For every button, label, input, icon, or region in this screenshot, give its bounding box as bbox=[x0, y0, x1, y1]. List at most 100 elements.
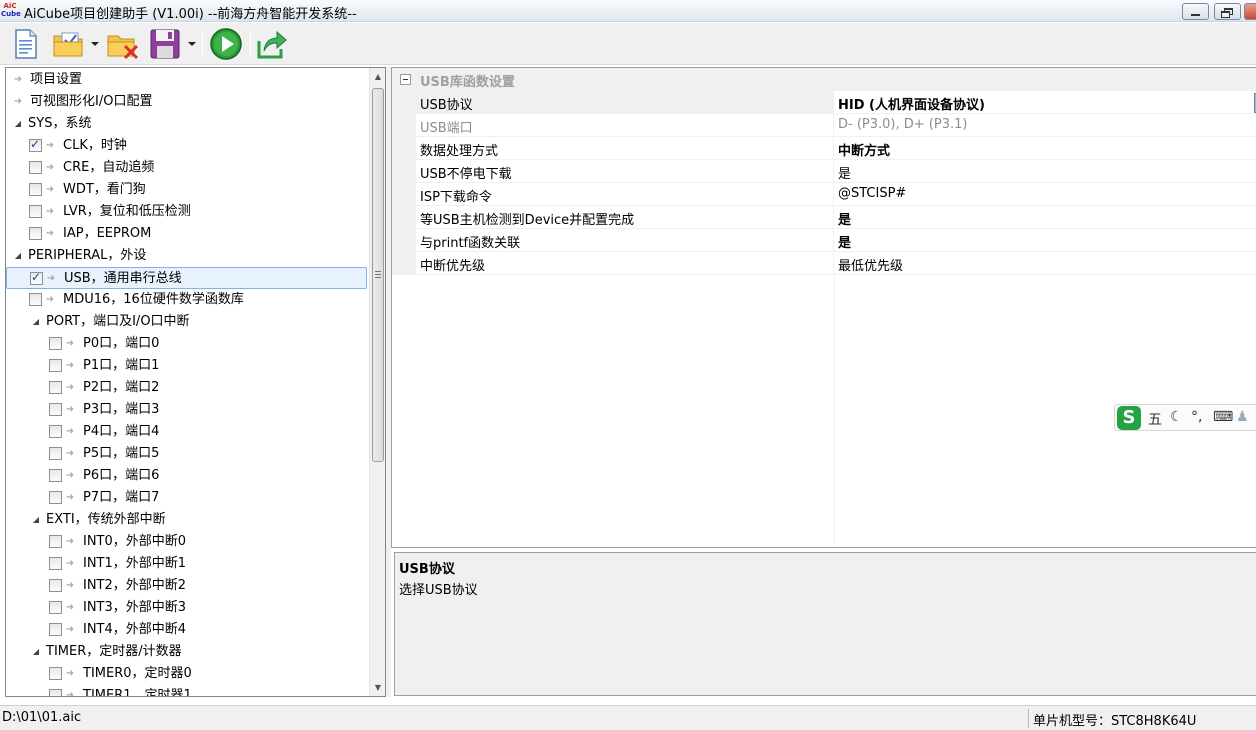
property-value[interactable]: D- (P3.0), D+ (P3.1) bbox=[834, 114, 1256, 137]
scroll-thumb[interactable] bbox=[372, 88, 384, 462]
tree-node[interactable]: ➜ TIMER1，定时器1 bbox=[6, 685, 367, 696]
node-checkbox[interactable] bbox=[29, 227, 42, 240]
property-row[interactable]: USB端口 D- (P3.0), D+ (P3.1) bbox=[392, 114, 1256, 137]
tree-node[interactable]: ➜ WDT，看门狗 bbox=[6, 179, 367, 201]
tree-node[interactable]: ➜ P0口，端口0 bbox=[6, 333, 367, 355]
tree-node[interactable]: ➜ P1口，端口1 bbox=[6, 355, 367, 377]
property-value[interactable]: 是 bbox=[834, 229, 1256, 252]
node-checkbox[interactable] bbox=[29, 137, 42, 152]
tree-node[interactable]: ➜ P7口，端口7 bbox=[6, 487, 367, 509]
node-checkbox[interactable] bbox=[29, 183, 42, 196]
property-category[interactable]: USB库函数设置 bbox=[392, 68, 1256, 91]
property-name[interactable]: 与printf函数关联 bbox=[416, 229, 834, 252]
node-checkbox[interactable] bbox=[49, 447, 62, 460]
node-checkbox[interactable] bbox=[49, 359, 62, 372]
node-checkbox[interactable] bbox=[49, 425, 62, 438]
tree-node[interactable]: ➜ P2口，端口2 bbox=[6, 377, 367, 399]
tree-node[interactable]: ◢ TIMER，定时器/计数器 bbox=[6, 641, 367, 663]
property-name[interactable]: USB协议 bbox=[416, 91, 834, 114]
expand-triangle-icon[interactable]: ◢ bbox=[13, 249, 23, 263]
tree-node[interactable]: ➜ LVR，复位和低压检测 bbox=[6, 201, 367, 223]
tree-node[interactable]: ➜ INT3，外部中断3 bbox=[6, 597, 367, 619]
property-row[interactable]: USB不停电下载是 bbox=[392, 160, 1256, 183]
expand-triangle-icon[interactable]: ◢ bbox=[13, 117, 23, 131]
tree-scrollbar[interactable]: ▲ ▼ bbox=[369, 68, 385, 696]
property-value[interactable]: 最低优先级 bbox=[834, 252, 1256, 275]
node-checkbox[interactable] bbox=[29, 161, 42, 174]
tree-node[interactable]: ➜ P6口，端口6 bbox=[6, 465, 367, 487]
property-value[interactable]: HID (人机界面设备协议) bbox=[834, 91, 1256, 114]
tree-node[interactable]: ➜ P5口，端口5 bbox=[6, 443, 367, 465]
property-value[interactable]: 是 bbox=[834, 160, 1256, 183]
close-project-button[interactable] bbox=[106, 27, 140, 61]
punctuation-icon[interactable]: °, bbox=[1191, 409, 1202, 425]
node-checkbox[interactable] bbox=[49, 403, 62, 416]
node-checkbox[interactable] bbox=[49, 381, 62, 394]
tree-node[interactable]: ➜ INT2，外部中断2 bbox=[6, 575, 367, 597]
tree-node[interactable]: ➜ USB，通用串行总线 bbox=[6, 267, 367, 289]
close-window-button[interactable] bbox=[1244, 3, 1256, 20]
tree-node[interactable]: ➜ IAP，EEPROM bbox=[6, 223, 367, 245]
moon-icon[interactable]: ☾ bbox=[1170, 409, 1183, 425]
node-checkbox[interactable] bbox=[49, 491, 62, 504]
expand-triangle-icon[interactable]: ◢ bbox=[31, 645, 41, 659]
open-project-button[interactable] bbox=[52, 27, 86, 61]
keyboard-icon[interactable]: ⌨ bbox=[1213, 409, 1233, 425]
user-icon[interactable]: ♟ bbox=[1236, 409, 1249, 425]
tree-node[interactable]: ➜ CRE，自动追频 bbox=[6, 157, 367, 179]
property-row[interactable]: 中断优先级 最低优先级 bbox=[392, 252, 1256, 275]
node-checkbox[interactable] bbox=[49, 623, 62, 636]
tree-node[interactable]: ➜ 可视图形化I/O口配置 bbox=[6, 91, 367, 113]
node-checkbox[interactable] bbox=[49, 337, 62, 350]
node-checkbox[interactable] bbox=[49, 535, 62, 548]
ime-toolbar[interactable]: S 五 ☾ °, ⌨ ♟ bbox=[1114, 404, 1256, 431]
node-checkbox[interactable] bbox=[49, 667, 62, 680]
property-name[interactable]: 等USB主机检测到Device并配置完成 bbox=[416, 206, 834, 229]
ime-mode[interactable]: 五 bbox=[1148, 409, 1162, 429]
property-name[interactable]: USB端口 bbox=[416, 114, 834, 137]
property-value[interactable]: 中断方式 bbox=[834, 137, 1256, 160]
tree-node[interactable]: ➜ INT0，外部中断0 bbox=[6, 531, 367, 553]
property-row[interactable]: 与printf函数关联是 bbox=[392, 229, 1256, 252]
tree-node[interactable]: ◢ EXTI，传统外部中断 bbox=[6, 509, 367, 531]
property-name[interactable]: 中断优先级 bbox=[416, 252, 834, 275]
node-checkbox[interactable] bbox=[49, 601, 62, 614]
property-name[interactable]: 数据处理方式 bbox=[416, 137, 834, 160]
tree-node[interactable]: ◢ PORT，端口及I/O口中断 bbox=[6, 311, 367, 333]
tree-node[interactable]: ➜ MDU16，16位硬件数学函数库 bbox=[6, 289, 367, 311]
tree-node[interactable]: ◢ SYS，系统 bbox=[6, 113, 367, 135]
tree-node[interactable]: ◢ PERIPHERAL，外设 bbox=[6, 245, 367, 267]
scroll-up-icon[interactable]: ▲ bbox=[370, 68, 385, 85]
export-button[interactable] bbox=[255, 27, 289, 61]
property-name[interactable]: USB不停电下载 bbox=[416, 160, 834, 183]
node-checkbox[interactable] bbox=[49, 469, 62, 482]
tree-node[interactable]: ➜ TIMER0，定时器0 bbox=[6, 663, 367, 685]
tree-node[interactable]: ➜ INT4，外部中断4 bbox=[6, 619, 367, 641]
property-row[interactable]: 数据处理方式 中断方式 bbox=[392, 137, 1256, 160]
property-row[interactable]: 等USB主机检测到Device并配置完成是 bbox=[392, 206, 1256, 229]
expand-triangle-icon[interactable]: ◢ bbox=[31, 513, 41, 527]
new-project-button[interactable] bbox=[8, 27, 42, 61]
collapse-icon[interactable] bbox=[400, 74, 411, 85]
tree-node[interactable]: ➜ 项目设置 bbox=[6, 69, 367, 91]
tree-node[interactable]: ➜ P3口，端口3 bbox=[6, 399, 367, 421]
property-value[interactable]: @STCISP# bbox=[834, 183, 1256, 206]
save-project-button[interactable] bbox=[148, 27, 182, 61]
open-dropdown-icon[interactable] bbox=[91, 42, 99, 46]
property-row[interactable]: ISP下载命令 @STCISP# bbox=[392, 183, 1256, 206]
save-dropdown-icon[interactable] bbox=[188, 42, 196, 46]
sogou-logo-icon[interactable]: S bbox=[1117, 406, 1141, 430]
property-value[interactable]: 是 bbox=[834, 206, 1256, 229]
scroll-down-icon[interactable]: ▼ bbox=[370, 679, 385, 696]
node-checkbox[interactable] bbox=[29, 293, 42, 306]
node-checkbox[interactable] bbox=[29, 205, 42, 218]
tree-node[interactable]: ➜ INT1，外部中断1 bbox=[6, 553, 367, 575]
node-checkbox[interactable] bbox=[30, 270, 43, 285]
tree-node[interactable]: ➜ P4口，端口4 bbox=[6, 421, 367, 443]
maximize-button[interactable] bbox=[1214, 3, 1241, 20]
minimize-button[interactable] bbox=[1182, 3, 1209, 20]
run-button[interactable] bbox=[209, 27, 243, 61]
node-checkbox[interactable] bbox=[49, 689, 62, 696]
property-name[interactable]: ISP下载命令 bbox=[416, 183, 834, 206]
node-checkbox[interactable] bbox=[49, 579, 62, 592]
